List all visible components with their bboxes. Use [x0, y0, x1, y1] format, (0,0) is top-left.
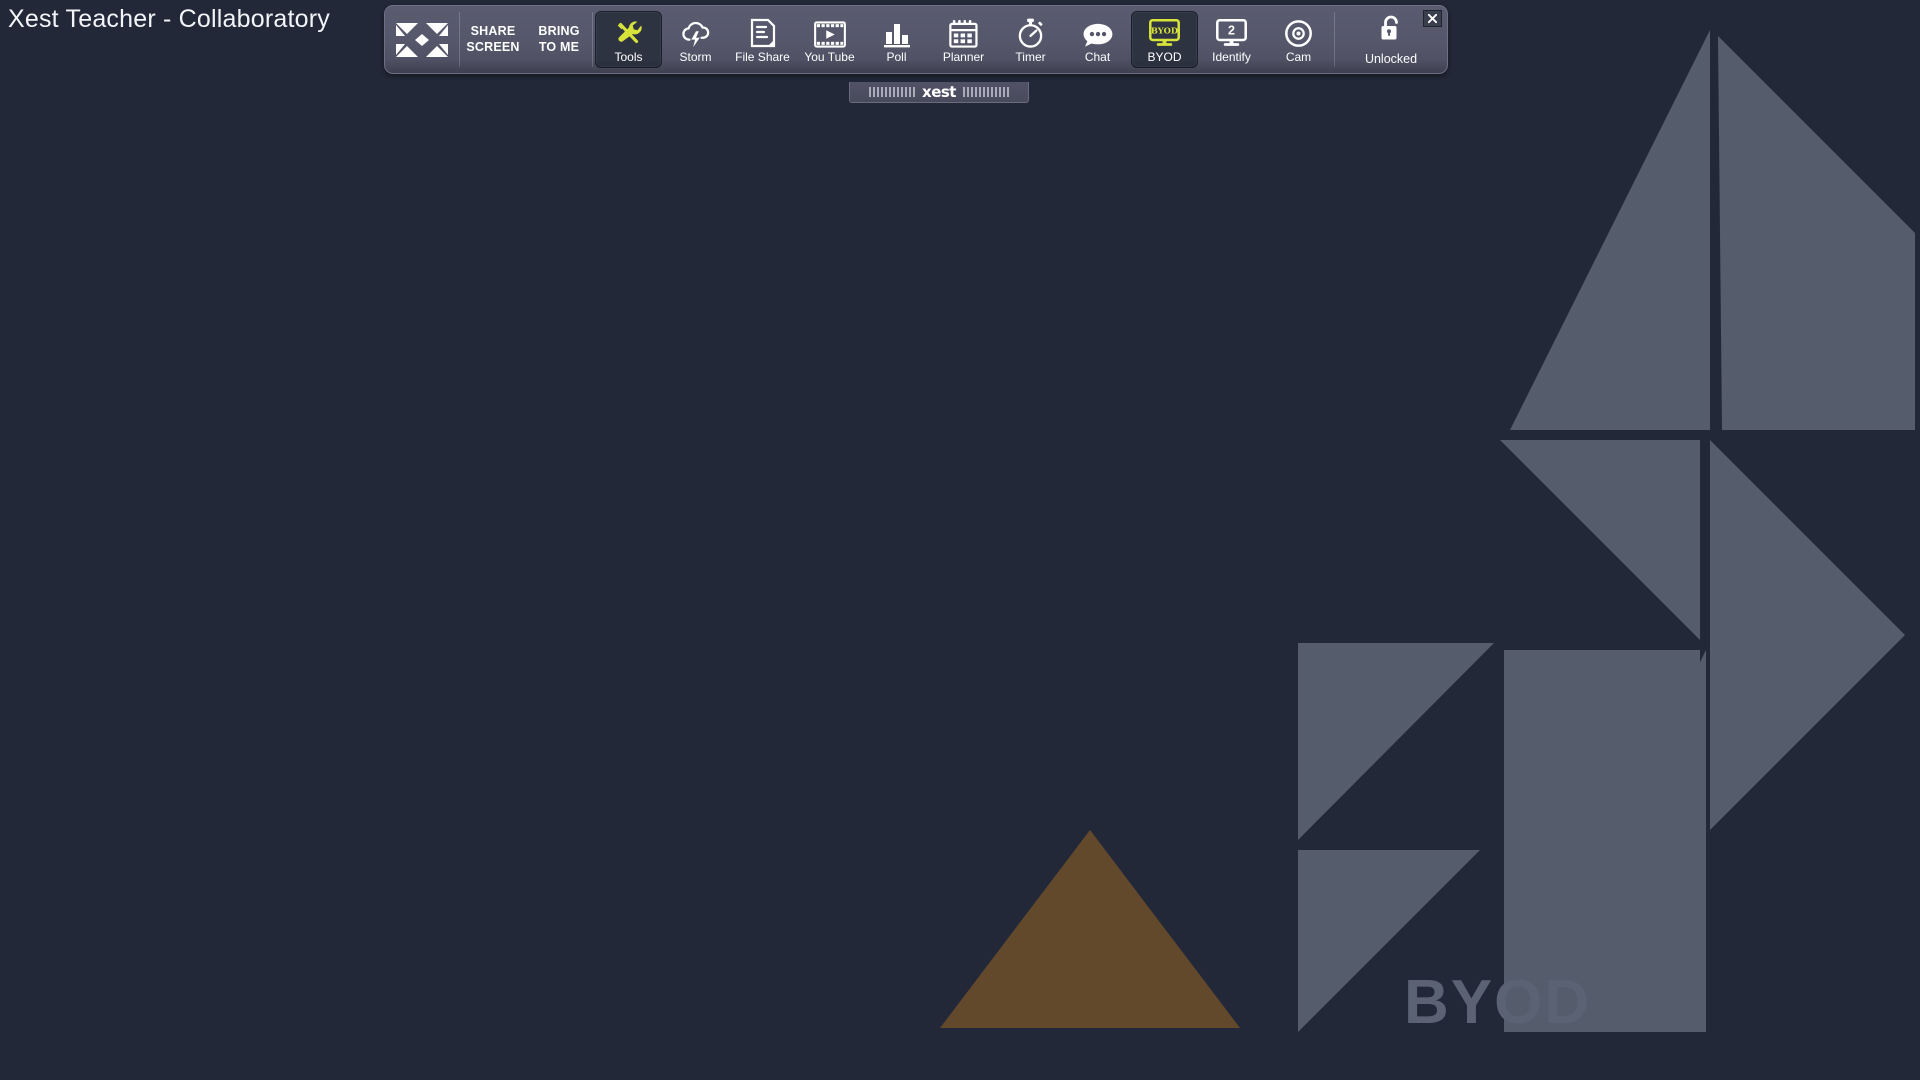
lock-label: Unlocked	[1364, 51, 1418, 66]
page-title: Xest Teacher - Collaboratory	[8, 5, 330, 33]
share-screen-line2: SCREEN	[466, 39, 520, 54]
toolbar-item-planner[interactable]: Planner	[930, 11, 997, 68]
chat-icon	[1082, 16, 1114, 48]
tools-icon	[614, 16, 644, 48]
brown-triangle	[940, 830, 1240, 1028]
handle-wordmark: xest	[922, 83, 956, 101]
toolbar-item-tools[interactable]: Tools	[595, 11, 662, 68]
grip-left-icon	[869, 87, 916, 97]
close-icon	[1427, 13, 1438, 24]
planner-icon	[949, 16, 978, 48]
svg-text:BYOD: BYOD	[1151, 26, 1178, 36]
bring-to-me-line1: BRING	[538, 23, 580, 38]
timer-icon	[1016, 16, 1045, 48]
toolbar-item-storm-label: Storm	[679, 50, 712, 64]
toolbar-item-cam[interactable]: Cam	[1265, 11, 1332, 68]
share-screen-button[interactable]: SHARE SCREEN	[460, 6, 526, 73]
toolbar-item-chat-label: Chat	[1084, 50, 1111, 64]
poll-icon	[883, 16, 911, 48]
xest-logo[interactable]	[385, 6, 459, 73]
toolbar-item-storm[interactable]: Storm	[662, 11, 729, 68]
byod-icon: BYOD	[1149, 16, 1180, 48]
teacher-toolbar: SHARE SCREEN BRING TO ME Tools Storm Fil…	[384, 5, 1448, 74]
toolbar-item-youtube[interactable]: You Tube	[796, 11, 863, 68]
identify-icon: 2	[1216, 16, 1247, 48]
toolbar-item-byod-label: BYOD	[1147, 50, 1182, 64]
grip-right-icon	[962, 87, 1009, 97]
youtube-icon	[813, 16, 846, 48]
toolbar-item-identify[interactable]: 2 Identify	[1198, 11, 1265, 68]
identify-badge-count: 2	[1228, 23, 1235, 37]
toolbar-item-identify-label: Identify	[1212, 50, 1251, 64]
toolbar-item-timer-label: Timer	[1015, 50, 1046, 64]
toolbar-item-file-share[interactable]: File Share	[729, 11, 796, 68]
storm-icon	[681, 16, 711, 48]
toolbar-item-byod[interactable]: BYOD BYOD	[1131, 11, 1198, 68]
toolbar-item-poll-label: Poll	[886, 50, 907, 64]
toolbar-item-youtube-label: You Tube	[804, 50, 855, 64]
toolbar-item-timer[interactable]: Timer	[997, 11, 1064, 68]
desktop-root: BYOD Xest Teacher - Collaboratory SHARE …	[0, 0, 1920, 1080]
toolbar-drag-handle[interactable]: xest	[849, 82, 1029, 103]
watermark-label: BYOD	[1404, 968, 1592, 1037]
bring-to-me-button[interactable]: BRING TO ME	[526, 6, 592, 73]
toolbar-item-planner-label: Planner	[942, 50, 985, 64]
unlocked-padlock-icon	[1379, 14, 1403, 49]
close-button[interactable]	[1423, 10, 1442, 27]
toolbar-item-cam-label: Cam	[1285, 50, 1312, 64]
toolbar-item-chat[interactable]: Chat	[1064, 11, 1131, 68]
toolbar-item-file-share-label: File Share	[735, 50, 790, 64]
bring-to-me-line2: TO ME	[538, 39, 580, 54]
cam-icon	[1284, 16, 1313, 48]
file-share-icon	[750, 16, 776, 48]
share-screen-line1: SHARE	[470, 23, 516, 38]
toolbar-item-poll[interactable]: Poll	[863, 11, 930, 68]
toolbar-item-tools-label: Tools	[614, 50, 643, 64]
byod-watermark-graphic	[940, 30, 1915, 1032]
